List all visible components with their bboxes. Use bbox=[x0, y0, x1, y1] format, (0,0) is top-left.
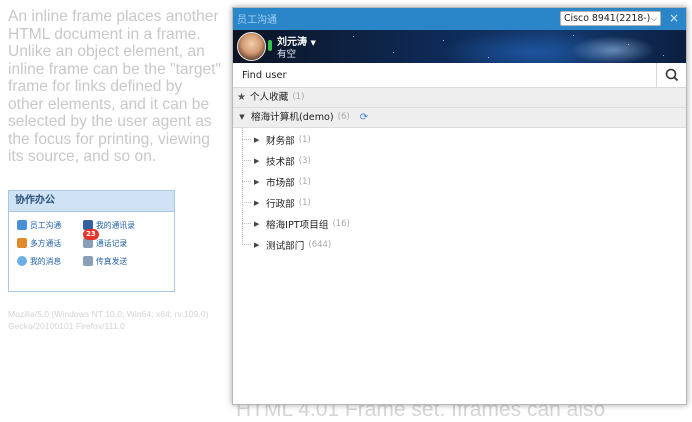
caret-down-icon: ▼ bbox=[239, 113, 245, 121]
department-name: 财务部 bbox=[266, 135, 295, 147]
widget-item-label: 我的通讯录 bbox=[96, 220, 135, 230]
widget-item-group-call[interactable]: 多方通话 bbox=[17, 237, 83, 249]
widget-item-label: 我的消息 bbox=[30, 256, 62, 266]
tree-item-finance[interactable]: ▶ 财务部 (1) bbox=[233, 129, 686, 150]
widget-item-messages[interactable]: 我的消息 bbox=[17, 255, 83, 267]
search-icon bbox=[665, 68, 679, 82]
office-widget: 协作办公 员工沟通 我的通讯录 多方通话 23 通话记录 我的消息 传真发送 bbox=[8, 190, 175, 292]
caret-right-icon: ▶ bbox=[254, 198, 260, 207]
department-name: 市场部 bbox=[266, 177, 295, 189]
department-count: (16) bbox=[332, 218, 350, 229]
device-select-value: Cisco 8941(2218-) bbox=[564, 13, 651, 24]
tree-item-admin[interactable]: ▶ 行政部 (1) bbox=[233, 192, 686, 213]
department-count: (1) bbox=[298, 176, 311, 187]
favorites-label: 个人收藏 bbox=[249, 92, 289, 103]
chevron-down-icon: ⌵ bbox=[650, 14, 657, 23]
department-name: 行政部 bbox=[266, 198, 295, 210]
fax-icon bbox=[83, 256, 93, 266]
department-count: (3) bbox=[298, 155, 311, 166]
caret-right-icon: ▶ bbox=[254, 135, 260, 144]
people-icon bbox=[17, 220, 27, 230]
caret-right-icon: ▶ bbox=[254, 156, 260, 165]
notification-badge: 23 bbox=[83, 229, 99, 240]
department-name: 技术部 bbox=[266, 156, 295, 168]
avatar[interactable] bbox=[237, 32, 266, 61]
staff-chat-window: 员工沟通 Cisco 8941(2218-) ⌵ × 刘元涛 ▼ 有空 Find… bbox=[232, 7, 687, 405]
department-count: (1) bbox=[298, 134, 311, 145]
caret-down-icon: ▼ bbox=[310, 39, 316, 47]
widget-item-call-log[interactable]: 23 通话记录 bbox=[83, 229, 163, 249]
org-group[interactable]: ▼ 榕海计算机(demo) (6) ⟳ bbox=[233, 108, 686, 128]
close-button[interactable]: × bbox=[666, 11, 682, 26]
user-banner: 刘元涛 ▼ 有空 bbox=[233, 30, 686, 63]
org-label: 榕海计算机(demo) bbox=[251, 112, 334, 123]
message-icon bbox=[17, 256, 27, 266]
star-icon: ★ bbox=[237, 92, 246, 103]
department-name: 榕海IPT项目组 bbox=[266, 219, 329, 231]
user-status: 有空 bbox=[277, 49, 297, 60]
window-titlebar[interactable]: 员工沟通 Cisco 8941(2218-) ⌵ × bbox=[233, 8, 686, 30]
widget-item-fax[interactable]: 传真发送 bbox=[83, 255, 163, 267]
user-agent-text: Mozilla/5.0 (Windows NT 10.0; Win64; x64… bbox=[8, 309, 209, 331]
department-tree: ▶ 财务部 (1) ▶ 技术部 (3) ▶ 市场部 (1) ▶ 行政部 (1) … bbox=[233, 128, 686, 255]
widget-item-label: 通话记录 bbox=[96, 238, 128, 248]
caret-right-icon: ▶ bbox=[254, 240, 260, 249]
org-count: (6) bbox=[337, 112, 350, 122]
tree-item-marketing[interactable]: ▶ 市场部 (1) bbox=[233, 171, 686, 192]
tree-item-ipt-project[interactable]: ▶ 榕海IPT项目组 (16) bbox=[233, 213, 686, 234]
widget-item-label: 传真发送 bbox=[96, 256, 128, 266]
background-paragraph: An inline frame places another HTML docu… bbox=[8, 8, 222, 165]
office-widget-title: 协作办公 bbox=[9, 191, 174, 212]
favorites-count: (1) bbox=[292, 92, 305, 102]
widget-item-label: 员工沟通 bbox=[30, 220, 62, 230]
group-call-icon bbox=[17, 238, 27, 248]
caret-right-icon: ▶ bbox=[254, 219, 260, 228]
refresh-icon[interactable]: ⟳ bbox=[360, 108, 368, 127]
search-button[interactable] bbox=[656, 63, 686, 87]
search-input[interactable] bbox=[233, 63, 657, 87]
caret-right-icon: ▶ bbox=[254, 177, 260, 186]
presence-indicator bbox=[268, 40, 272, 51]
widget-item-label: 多方通话 bbox=[30, 238, 62, 248]
favorites-group[interactable]: ★ 个人收藏 (1) bbox=[233, 88, 686, 108]
tree-item-testing[interactable]: ▶ 测试部门 (644) bbox=[233, 234, 686, 255]
device-select[interactable]: Cisco 8941(2218-) ⌵ bbox=[560, 11, 661, 26]
widget-item-staff-chat[interactable]: 员工沟通 bbox=[17, 219, 83, 231]
search-bar bbox=[233, 63, 686, 88]
window-title: 员工沟通 bbox=[237, 15, 277, 26]
tree-item-tech[interactable]: ▶ 技术部 (3) bbox=[233, 150, 686, 171]
department-count: (644) bbox=[308, 239, 332, 250]
department-name: 测试部门 bbox=[266, 240, 305, 252]
department-count: (1) bbox=[298, 197, 311, 208]
